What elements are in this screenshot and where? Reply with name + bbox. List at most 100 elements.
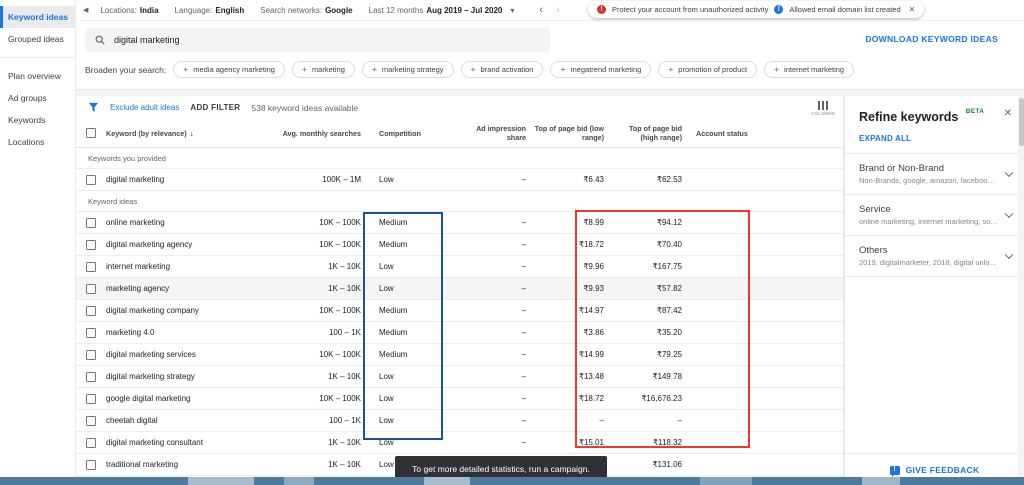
cell-keyword: online marketing [106, 218, 165, 227]
row-checkbox-cell [76, 217, 106, 228]
next-period-icon[interactable]: › [556, 4, 560, 16]
broaden-chip[interactable]: + media agency marketing [173, 61, 285, 78]
row-checkbox[interactable] [86, 174, 96, 185]
chevron-down-icon[interactable] [1004, 209, 1014, 219]
cell-bid-high: ₹70.40 [656, 240, 682, 249]
date-range-setting[interactable]: Last 12 months Aug 2019 – Jul 2020 ▾ [369, 6, 515, 15]
table-row[interactable]: digital marketing services 10K – 100K Medi… [76, 344, 843, 366]
sidebar-item-grouped-ideas[interactable]: Grouped ideas [0, 28, 75, 50]
cell-keyword: google digital marketing [106, 394, 191, 403]
row-checkbox[interactable] [86, 217, 96, 228]
row-checkbox[interactable] [86, 393, 96, 404]
close-icon[interactable]: ✕ [1004, 108, 1012, 119]
close-icon[interactable]: ✕ [909, 5, 916, 14]
row-checkbox[interactable] [86, 239, 96, 250]
download-keyword-ideas-button[interactable]: DOWNLOAD KEYWORD IDEAS [865, 34, 998, 44]
table-row[interactable]: digital marketing strategy 1K – 10K Low – ₹1… [76, 366, 843, 388]
scrollbar-thumb[interactable] [1018, 98, 1024, 146]
header-bid-low[interactable]: Top of page bid (low range) [534, 124, 614, 142]
broaden-chip[interactable]: + marketing [291, 61, 355, 78]
row-checkbox[interactable] [86, 437, 96, 448]
networks-value: Google [325, 5, 353, 15]
broaden-chip[interactable]: + megatrend marketing [550, 61, 652, 78]
refine-group-brand-or-non-brand[interactable]: Brand or Non-Brand Non-Brands, google, am… [845, 154, 1024, 195]
table-row[interactable]: digital marketing consultant 1K – 10K Low –… [76, 432, 843, 454]
chip-label: internet marketing [784, 65, 845, 74]
language-setting[interactable]: Language: English [175, 6, 245, 15]
taskbar-window-button[interactable] [700, 477, 752, 485]
row-checkbox[interactable] [86, 261, 96, 272]
sidebar-item-keywords[interactable]: Keywords [0, 109, 75, 131]
networks-setting[interactable]: Search networks: Google [260, 6, 352, 15]
filter-icon[interactable] [88, 102, 99, 113]
chip-label: megatrend marketing [570, 65, 642, 74]
cell-avg-monthly-searches: 10K – 100K [319, 306, 361, 315]
refine-group-name: Brand or Non-Brand [859, 163, 945, 174]
header-keyword[interactable]: Keyword (by relevance) ↓ [106, 129, 271, 138]
taskbar-window-button[interactable] [424, 477, 470, 485]
give-feedback-button[interactable]: GIVE FEEDBACK [845, 453, 1024, 477]
search-value: digital marketing [114, 35, 180, 45]
columns-button[interactable]: COLUMNS [811, 99, 835, 116]
broaden-search-row: Broaden your search: + media agency marke… [76, 61, 1024, 78]
chevron-down-icon[interactable] [1004, 168, 1014, 178]
cell-bid-high: ₹94.12 [656, 218, 682, 227]
cell-bid-high: ₹167.75 [652, 262, 682, 271]
table-header-row: Keyword (by relevance) ↓ Avg. monthly se… [76, 119, 843, 148]
search-input[interactable]: digital marketing [85, 28, 550, 52]
cell-ad-impression-share: – [521, 306, 526, 315]
chevron-down-icon[interactable] [1004, 250, 1014, 260]
sidebar-item-locations[interactable]: Locations [0, 131, 75, 153]
table-row[interactable]: online marketing 10K – 100K Medium – ₹8.99 ₹9… [76, 212, 843, 234]
taskbar-window-button[interactable] [862, 477, 900, 485]
broaden-chip[interactable]: + internet marketing [764, 61, 855, 78]
chevron-down-icon[interactable]: ▾ [510, 6, 514, 15]
row-checkbox[interactable] [86, 371, 96, 382]
refine-group-others[interactable]: Others 2019, digitalmarketer, 2018, digit… [845, 236, 1024, 277]
collapse-panel-icon[interactable]: ◀ [83, 6, 88, 14]
table-row[interactable]: cheetah digital 100 – 1K Low – – – [76, 410, 843, 432]
cell-competition: Medium [379, 350, 408, 359]
prev-period-icon[interactable]: ‹ [539, 4, 543, 16]
header-bid-high[interactable]: Top of page bid (high range) [614, 124, 692, 142]
sidebar-item-ad-groups[interactable]: Ad groups [0, 87, 75, 109]
table-row[interactable]: digital marketing 100K – 1M Low – ₹6.43 ₹62.5… [76, 169, 843, 191]
broaden-chip[interactable]: + promotion of product [658, 61, 758, 78]
taskbar-window-button[interactable] [188, 477, 254, 485]
plus-icon: + [301, 64, 307, 75]
table-row[interactable]: digital marketing agency 10K – 100K Medium… [76, 234, 843, 256]
broaden-chip[interactable]: + brand activation [460, 61, 544, 78]
table-row[interactable]: marketing 4.0 100 – 1K Medium – ₹3.86 ₹35.20 [76, 322, 843, 344]
scrollbar[interactable] [1018, 96, 1024, 485]
locations-setting[interactable]: Locations: India [100, 6, 158, 15]
row-checkbox[interactable] [86, 349, 96, 360]
table-row[interactable]: google digital marketing 10K – 100K Low – ₹1… [76, 388, 843, 410]
taskbar-window-button[interactable] [284, 477, 314, 485]
table-row[interactable]: internet marketing 1K – 10K Low – ₹9.96 ₹167.… [76, 256, 843, 278]
row-checkbox-cell [76, 415, 106, 426]
row-checkbox-cell [76, 261, 106, 272]
header-avg-monthly-searches[interactable]: Avg. monthly searches [271, 129, 371, 138]
row-checkbox[interactable] [86, 327, 96, 338]
cell-avg-monthly-searches: 1K – 10K [328, 284, 361, 293]
table-row[interactable]: digital marketing company 10K – 100K Mediu… [76, 300, 843, 322]
row-checkbox[interactable] [86, 459, 96, 470]
sidebar-item-keyword-ideas[interactable]: Keyword ideas [0, 6, 75, 28]
refine-group-description: Non-Brands, google, amazon, facebook, fl… [859, 176, 998, 185]
select-all-checkbox[interactable] [86, 128, 96, 138]
header-account-status[interactable]: Account status [692, 129, 843, 138]
add-filter-button[interactable]: ADD FILTER [190, 103, 240, 112]
sidebar-item-plan-overview[interactable]: Plan overview [0, 65, 75, 87]
broaden-chip[interactable]: + marketing strategy [361, 61, 454, 78]
refine-group-service[interactable]: Service online marketing, internet market… [845, 195, 1024, 236]
row-checkbox[interactable] [86, 305, 96, 316]
cell-bid-high: ₹87.42 [656, 306, 682, 315]
header-ad-impression-share[interactable]: Ad impression share [456, 124, 534, 142]
row-checkbox[interactable] [86, 415, 96, 426]
header-competition[interactable]: Competition [371, 129, 456, 138]
row-checkbox-cell [76, 239, 106, 250]
exclude-adult-ideas-link[interactable]: Exclude adult ideas [110, 103, 179, 112]
row-checkbox[interactable] [86, 283, 96, 294]
expand-all-link[interactable]: EXPAND ALL [845, 128, 1024, 154]
table-row[interactable]: marketing agency 1K – 10K Low – ₹9.93 ₹57.82 [76, 278, 843, 300]
